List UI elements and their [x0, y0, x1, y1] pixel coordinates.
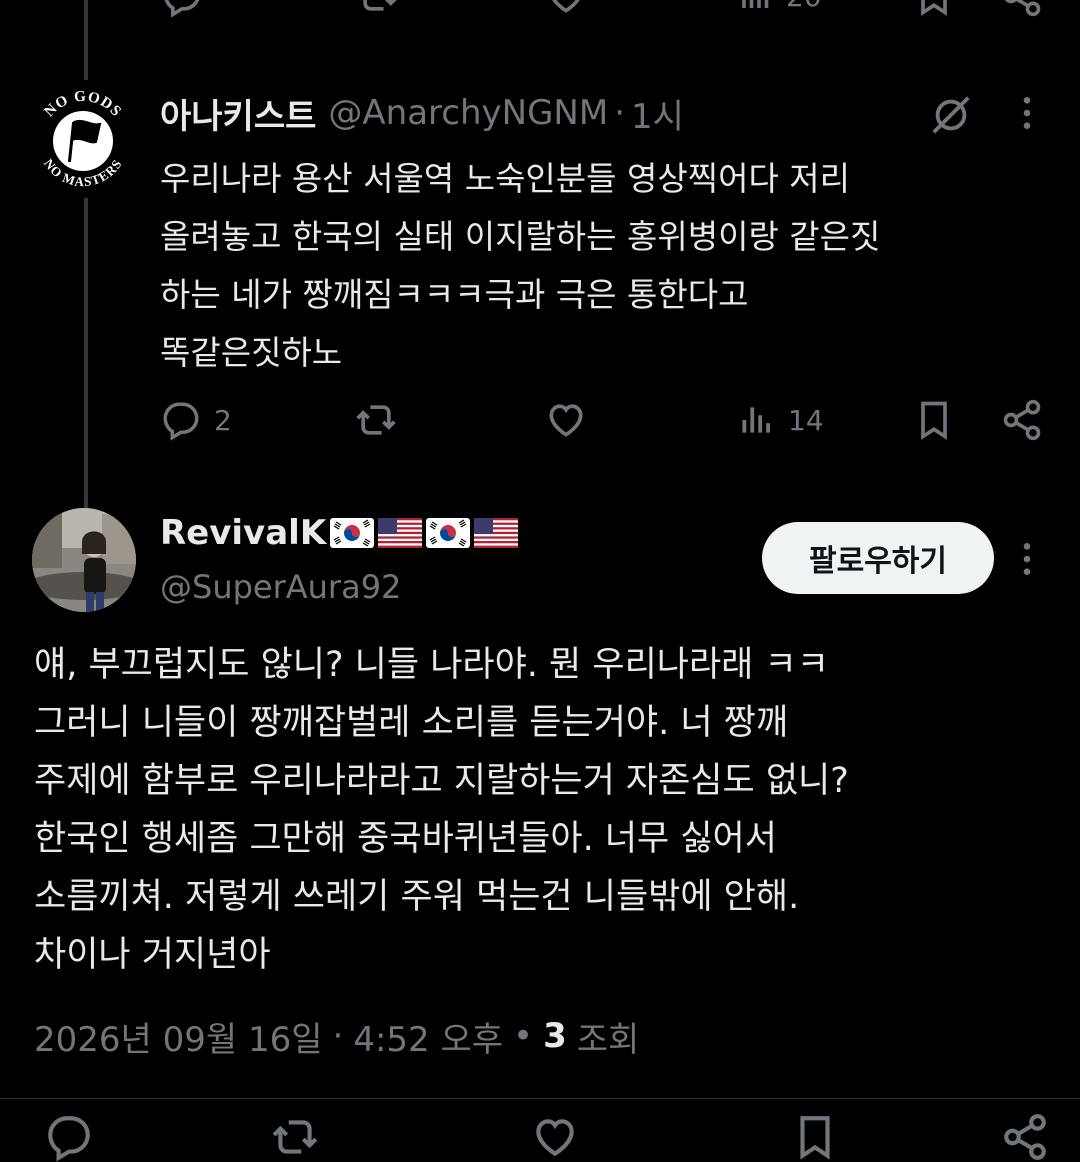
display-name[interactable]: 아나키스트	[160, 89, 316, 138]
handle[interactable]: @AnarchyNGNM	[328, 93, 608, 133]
reply-icon[interactable]	[44, 1112, 94, 1162]
handle[interactable]: @SuperAura92	[160, 568, 401, 606]
like-icon[interactable]	[530, 1112, 580, 1162]
tweet-time[interactable]: 4:52 오후	[353, 1012, 503, 1061]
no-gods-no-masters-logo-icon: NO GODS NO MASTERS	[29, 87, 137, 195]
reply-icon[interactable]	[160, 0, 204, 18]
bookmark-icon[interactable]	[912, 398, 956, 442]
profile-photo	[32, 508, 136, 612]
us-flag-icon	[474, 518, 519, 548]
previous-tweet-action-bar: 20	[0, 0, 1080, 22]
tweet-meta: 2026년 09월 16일 · 4:52 오후 • 3 조회	[34, 1008, 639, 1064]
reply-author-row: 아나키스트 @AnarchyNGNM · 1시	[160, 88, 684, 138]
thread-line-top	[84, 0, 88, 80]
bookmark-icon[interactable]	[790, 1112, 840, 1162]
us-flag-icon	[378, 518, 423, 548]
tweet-date[interactable]: 2026년 09월 16일	[34, 1012, 323, 1061]
like-icon	[549, 404, 583, 437]
repost-icon	[356, 405, 396, 435]
views-icon	[742, 407, 770, 433]
separator: •	[513, 1016, 534, 1056]
follow-button[interactable]: 팔로우하기	[762, 522, 994, 594]
kr-flag-icon	[426, 518, 471, 548]
more-options-icon[interactable]	[1012, 540, 1042, 578]
reply-count: 2	[214, 403, 232, 437]
main-tweet-action-bar	[0, 1112, 1080, 1162]
views-count: 14	[788, 403, 824, 437]
tweet-text: 얘, 부끄럽지도 않니? 니들 나라야. 뭔 우리나라래 ㅋㅋ 그러니 니들이 …	[34, 645, 849, 975]
share-icon[interactable]	[1000, 0, 1044, 18]
share-icon[interactable]	[1000, 1112, 1050, 1162]
avatar[interactable]: NO GODS NO MASTERS	[26, 84, 140, 198]
views-button[interactable]: 14	[738, 398, 824, 442]
tweet-text: 우리나라 용산 서울역 노숙인분들 영상찍어다 저리 올려놓고 한국의 실태 이…	[160, 159, 881, 372]
reply-icon	[163, 402, 199, 441]
grok-icon[interactable]	[928, 92, 974, 138]
repost-icon[interactable]	[356, 0, 400, 18]
like-icon[interactable]	[544, 0, 588, 18]
bookmark-icon[interactable]	[912, 0, 956, 18]
views-icon	[742, 0, 769, 8]
divider	[0, 1098, 1080, 1099]
views-number: 3	[543, 1016, 567, 1056]
views-label: 조회	[576, 1019, 640, 1060]
like-button[interactable]	[544, 398, 600, 442]
display-name[interactable]: RevivalK	[160, 513, 326, 553]
more-options-icon[interactable]	[1012, 94, 1042, 132]
views-stat[interactable]: 20	[738, 0, 822, 18]
author-row: RevivalK	[160, 508, 519, 558]
separator: ·	[614, 93, 626, 133]
thread-line	[84, 190, 88, 508]
separator: ·	[332, 1016, 344, 1056]
kr-flag-icon	[330, 518, 375, 548]
avatar[interactable]	[32, 508, 136, 612]
timestamp[interactable]: 1시	[631, 89, 684, 138]
reply-button[interactable]: 2	[160, 398, 232, 442]
share-icon[interactable]	[1000, 398, 1044, 442]
views-count: 20	[786, 0, 822, 13]
repost-icon[interactable]	[270, 1112, 320, 1162]
repost-button[interactable]	[354, 398, 410, 442]
